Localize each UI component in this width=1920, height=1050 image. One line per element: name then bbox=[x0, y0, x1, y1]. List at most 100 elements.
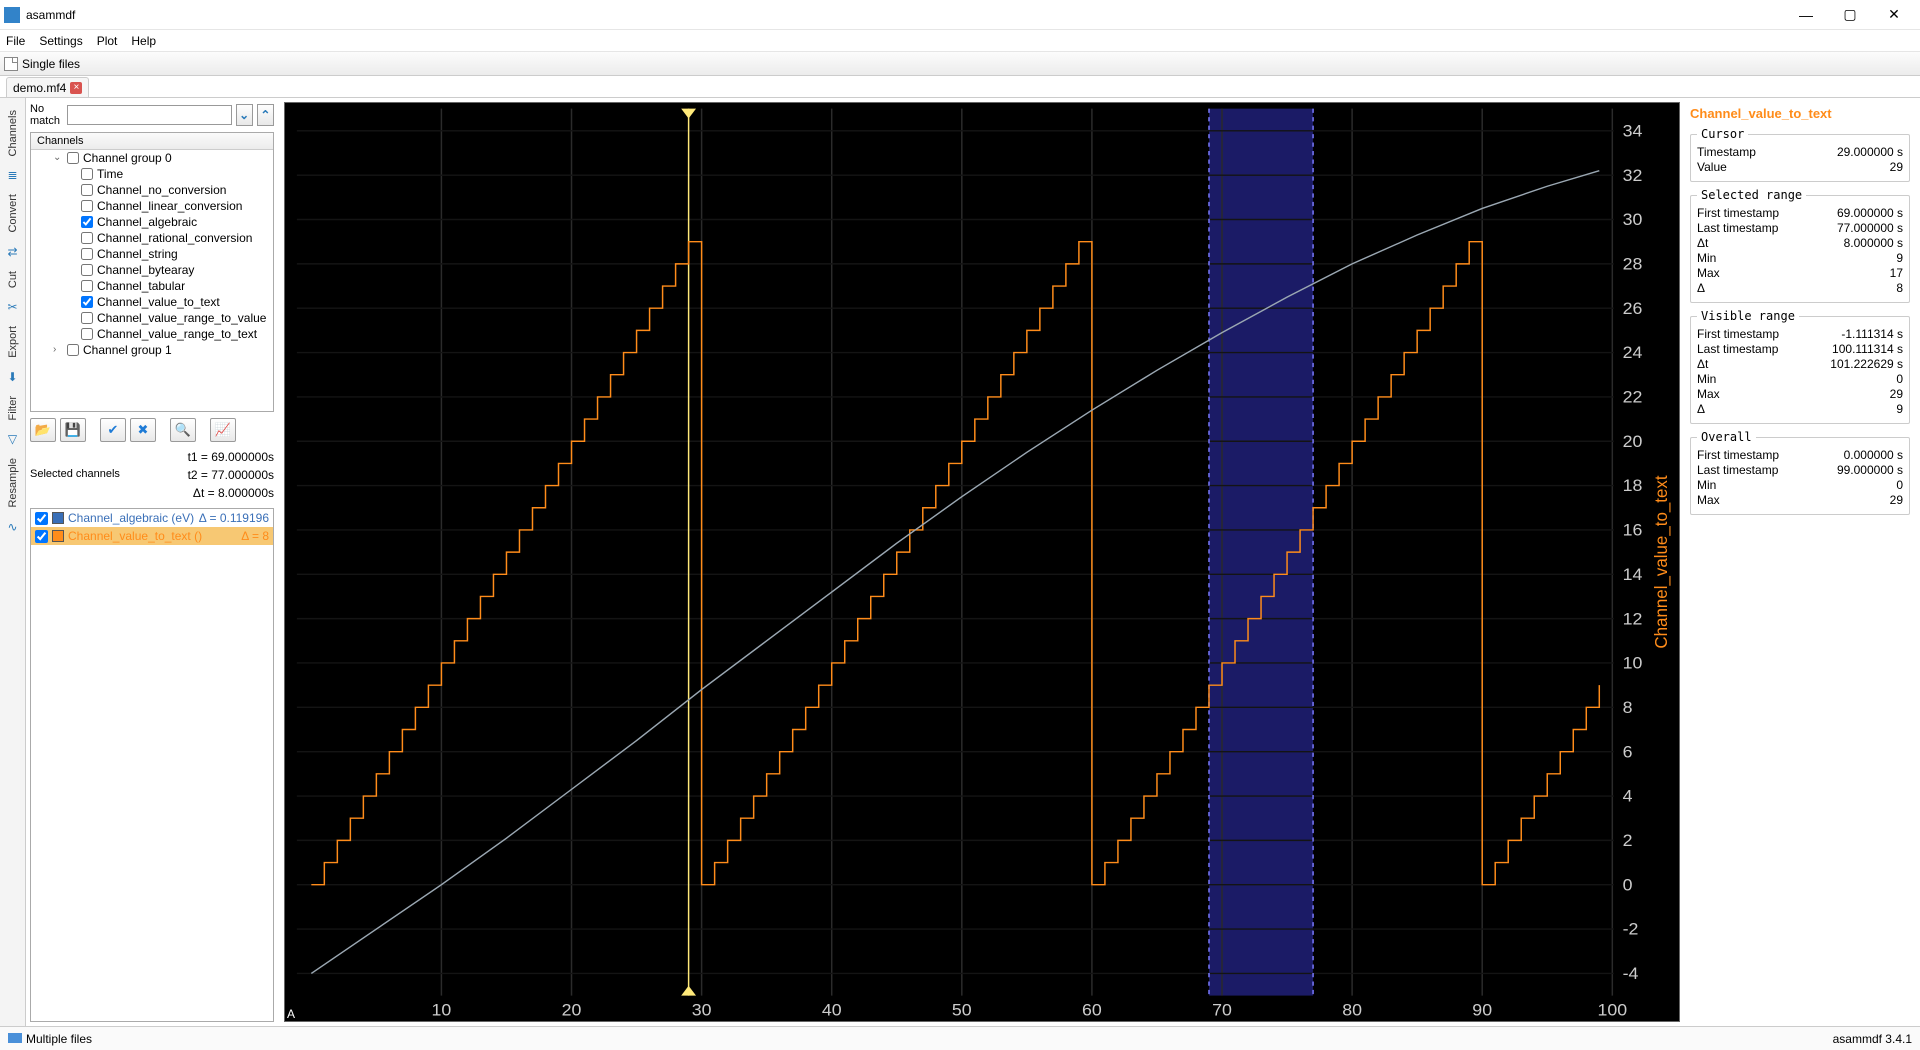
plot[interactable]: 102030405060708090100-4-2024681012141618… bbox=[284, 102, 1680, 1022]
tree-item[interactable]: Channel_rational_conversion bbox=[31, 230, 273, 246]
tree-item-label: Time bbox=[97, 168, 123, 180]
selected-channel-row[interactable]: Channel_algebraic (eV) Δ = 0.119196 bbox=[31, 509, 273, 527]
tree-item[interactable]: Channel_tabular bbox=[31, 278, 273, 294]
check-button[interactable]: ✔ bbox=[100, 418, 126, 442]
group1-checkbox[interactable] bbox=[67, 344, 79, 356]
tree-item-checkbox[interactable] bbox=[81, 280, 93, 292]
stat-row: Max29 bbox=[1697, 493, 1903, 508]
stat-row: Δt8.000000 s bbox=[1697, 236, 1903, 251]
search-prev-button[interactable]: ⌃ bbox=[257, 104, 274, 126]
svg-text:0: 0 bbox=[1623, 875, 1633, 895]
maximize-button[interactable]: ▢ bbox=[1828, 0, 1872, 30]
sidetab-cut[interactable]: Cut bbox=[5, 263, 21, 296]
menu-plot[interactable]: Plot bbox=[97, 34, 118, 48]
selected-channel-row[interactable]: Channel_value_to_text () Δ = 8 bbox=[31, 527, 273, 545]
app-icon bbox=[4, 7, 20, 23]
svg-text:70: 70 bbox=[1212, 1000, 1232, 1020]
sidetab-export[interactable]: Export bbox=[5, 318, 21, 366]
color-swatch bbox=[52, 512, 64, 524]
close-button[interactable]: ✕ bbox=[1872, 0, 1916, 30]
menu-file[interactable]: File bbox=[6, 34, 25, 48]
tree-item[interactable]: Channel_value_range_to_value bbox=[31, 310, 273, 326]
sidetab-convert[interactable]: Convert bbox=[5, 186, 21, 241]
sidetab-resample[interactable]: Resample bbox=[5, 450, 21, 516]
clear-button[interactable]: ✖ bbox=[130, 418, 156, 442]
svg-text:18: 18 bbox=[1623, 476, 1643, 496]
menu-settings[interactable]: Settings bbox=[39, 34, 82, 48]
tree-item-checkbox[interactable] bbox=[81, 328, 93, 340]
tree-item[interactable]: Channel_linear_conversion bbox=[31, 198, 273, 214]
tree-item[interactable]: Channel_value_to_text bbox=[31, 294, 273, 310]
close-tab-icon[interactable]: × bbox=[70, 82, 82, 94]
svg-text:80: 80 bbox=[1342, 1000, 1362, 1020]
tree-item-checkbox[interactable] bbox=[81, 264, 93, 276]
tree-item-checkbox[interactable] bbox=[81, 168, 93, 180]
svg-text:26: 26 bbox=[1623, 298, 1643, 318]
svg-text:2: 2 bbox=[1623, 830, 1633, 850]
menubar: File Settings Plot Help bbox=[0, 30, 1920, 52]
stat-value: 77.000000 s bbox=[1837, 221, 1903, 236]
stat-key: Value bbox=[1697, 160, 1727, 175]
selected-channels-list[interactable]: Channel_algebraic (eV) Δ = 0.119196 Chan… bbox=[30, 508, 274, 1022]
statusbar: Multiple files asammdf 3.4.1 bbox=[0, 1026, 1920, 1050]
chevron-right-icon[interactable]: › bbox=[53, 345, 63, 355]
tree-item-checkbox[interactable] bbox=[81, 296, 93, 308]
svg-text:22: 22 bbox=[1623, 387, 1643, 407]
open-button[interactable]: 📂 bbox=[30, 418, 56, 442]
tree-item-checkbox[interactable] bbox=[81, 232, 93, 244]
svg-text:20: 20 bbox=[1623, 431, 1643, 451]
tree-item-checkbox[interactable] bbox=[81, 248, 93, 260]
stat-value: 9 bbox=[1896, 251, 1903, 266]
svg-text:10: 10 bbox=[432, 1000, 452, 1020]
channels-tree[interactable]: Channels ⌄ Channel group 0 TimeChannel_n… bbox=[30, 132, 274, 412]
plot-button[interactable]: 📈 bbox=[210, 418, 236, 442]
stat-row: Δ9 bbox=[1697, 402, 1903, 417]
stat-row: Min0 bbox=[1697, 372, 1903, 387]
stat-key: Last timestamp bbox=[1697, 342, 1778, 357]
sel-channel-checkbox[interactable] bbox=[35, 512, 48, 525]
tree-item[interactable]: Channel_no_conversion bbox=[31, 182, 273, 198]
save-button[interactable]: 💾 bbox=[60, 418, 86, 442]
selrange-legend: Selected range bbox=[1697, 188, 1806, 202]
tree-item-label: Channel_no_conversion bbox=[97, 184, 226, 196]
tree-group-1[interactable]: › Channel group 1 bbox=[31, 342, 273, 358]
mode-tab-single-files[interactable]: Single files bbox=[22, 57, 80, 71]
svg-text:24: 24 bbox=[1623, 343, 1643, 363]
tree-item[interactable]: Channel_string bbox=[31, 246, 273, 262]
tree-group-0[interactable]: ⌄ Channel group 0 bbox=[31, 150, 273, 166]
menu-help[interactable]: Help bbox=[131, 34, 156, 48]
minimize-button[interactable]: — bbox=[1784, 0, 1828, 30]
stat-key: Min bbox=[1697, 478, 1716, 493]
tree-item-checkbox[interactable] bbox=[81, 200, 93, 212]
tree-item[interactable]: Channel_algebraic bbox=[31, 214, 273, 230]
stat-row: First timestamp-1.111314 s bbox=[1697, 327, 1903, 342]
search-button[interactable]: 🔍 bbox=[170, 418, 196, 442]
search-next-button[interactable]: ⌄ bbox=[236, 104, 253, 126]
tree-item-label: Channel_bytearay bbox=[97, 264, 194, 276]
tree-item-checkbox[interactable] bbox=[81, 312, 93, 324]
chevron-down-icon[interactable]: ⌄ bbox=[53, 153, 63, 163]
stat-key: Timestamp bbox=[1697, 145, 1756, 160]
tree-item[interactable]: Channel_bytearay bbox=[31, 262, 273, 278]
export-icon: ⬇ bbox=[4, 368, 22, 386]
stat-row: Min9 bbox=[1697, 251, 1903, 266]
stat-key: Min bbox=[1697, 372, 1716, 387]
doc-tab-demo[interactable]: demo.mf4 × bbox=[6, 77, 89, 97]
svg-text:34: 34 bbox=[1623, 121, 1643, 141]
sidetab-channels[interactable]: Channels bbox=[5, 102, 21, 164]
stat-row: First timestamp69.000000 s bbox=[1697, 206, 1903, 221]
stat-key: Δt bbox=[1697, 236, 1708, 251]
convert-icon: ⇄ bbox=[4, 243, 22, 261]
no-match-label: No match bbox=[30, 103, 63, 127]
statusbar-left[interactable]: Multiple files bbox=[8, 1032, 92, 1046]
cut-icon: ✂ bbox=[4, 298, 22, 316]
sidetab-filter[interactable]: Filter bbox=[5, 388, 21, 428]
tree-item-checkbox[interactable] bbox=[81, 184, 93, 196]
tree-item-checkbox[interactable] bbox=[81, 216, 93, 228]
sel-channel-checkbox[interactable] bbox=[35, 530, 48, 543]
stat-value: 8 bbox=[1896, 281, 1903, 296]
tree-item[interactable]: Time bbox=[31, 166, 273, 182]
group0-checkbox[interactable] bbox=[67, 152, 79, 164]
tree-item[interactable]: Channel_value_range_to_text bbox=[31, 326, 273, 342]
search-input[interactable] bbox=[67, 105, 232, 125]
